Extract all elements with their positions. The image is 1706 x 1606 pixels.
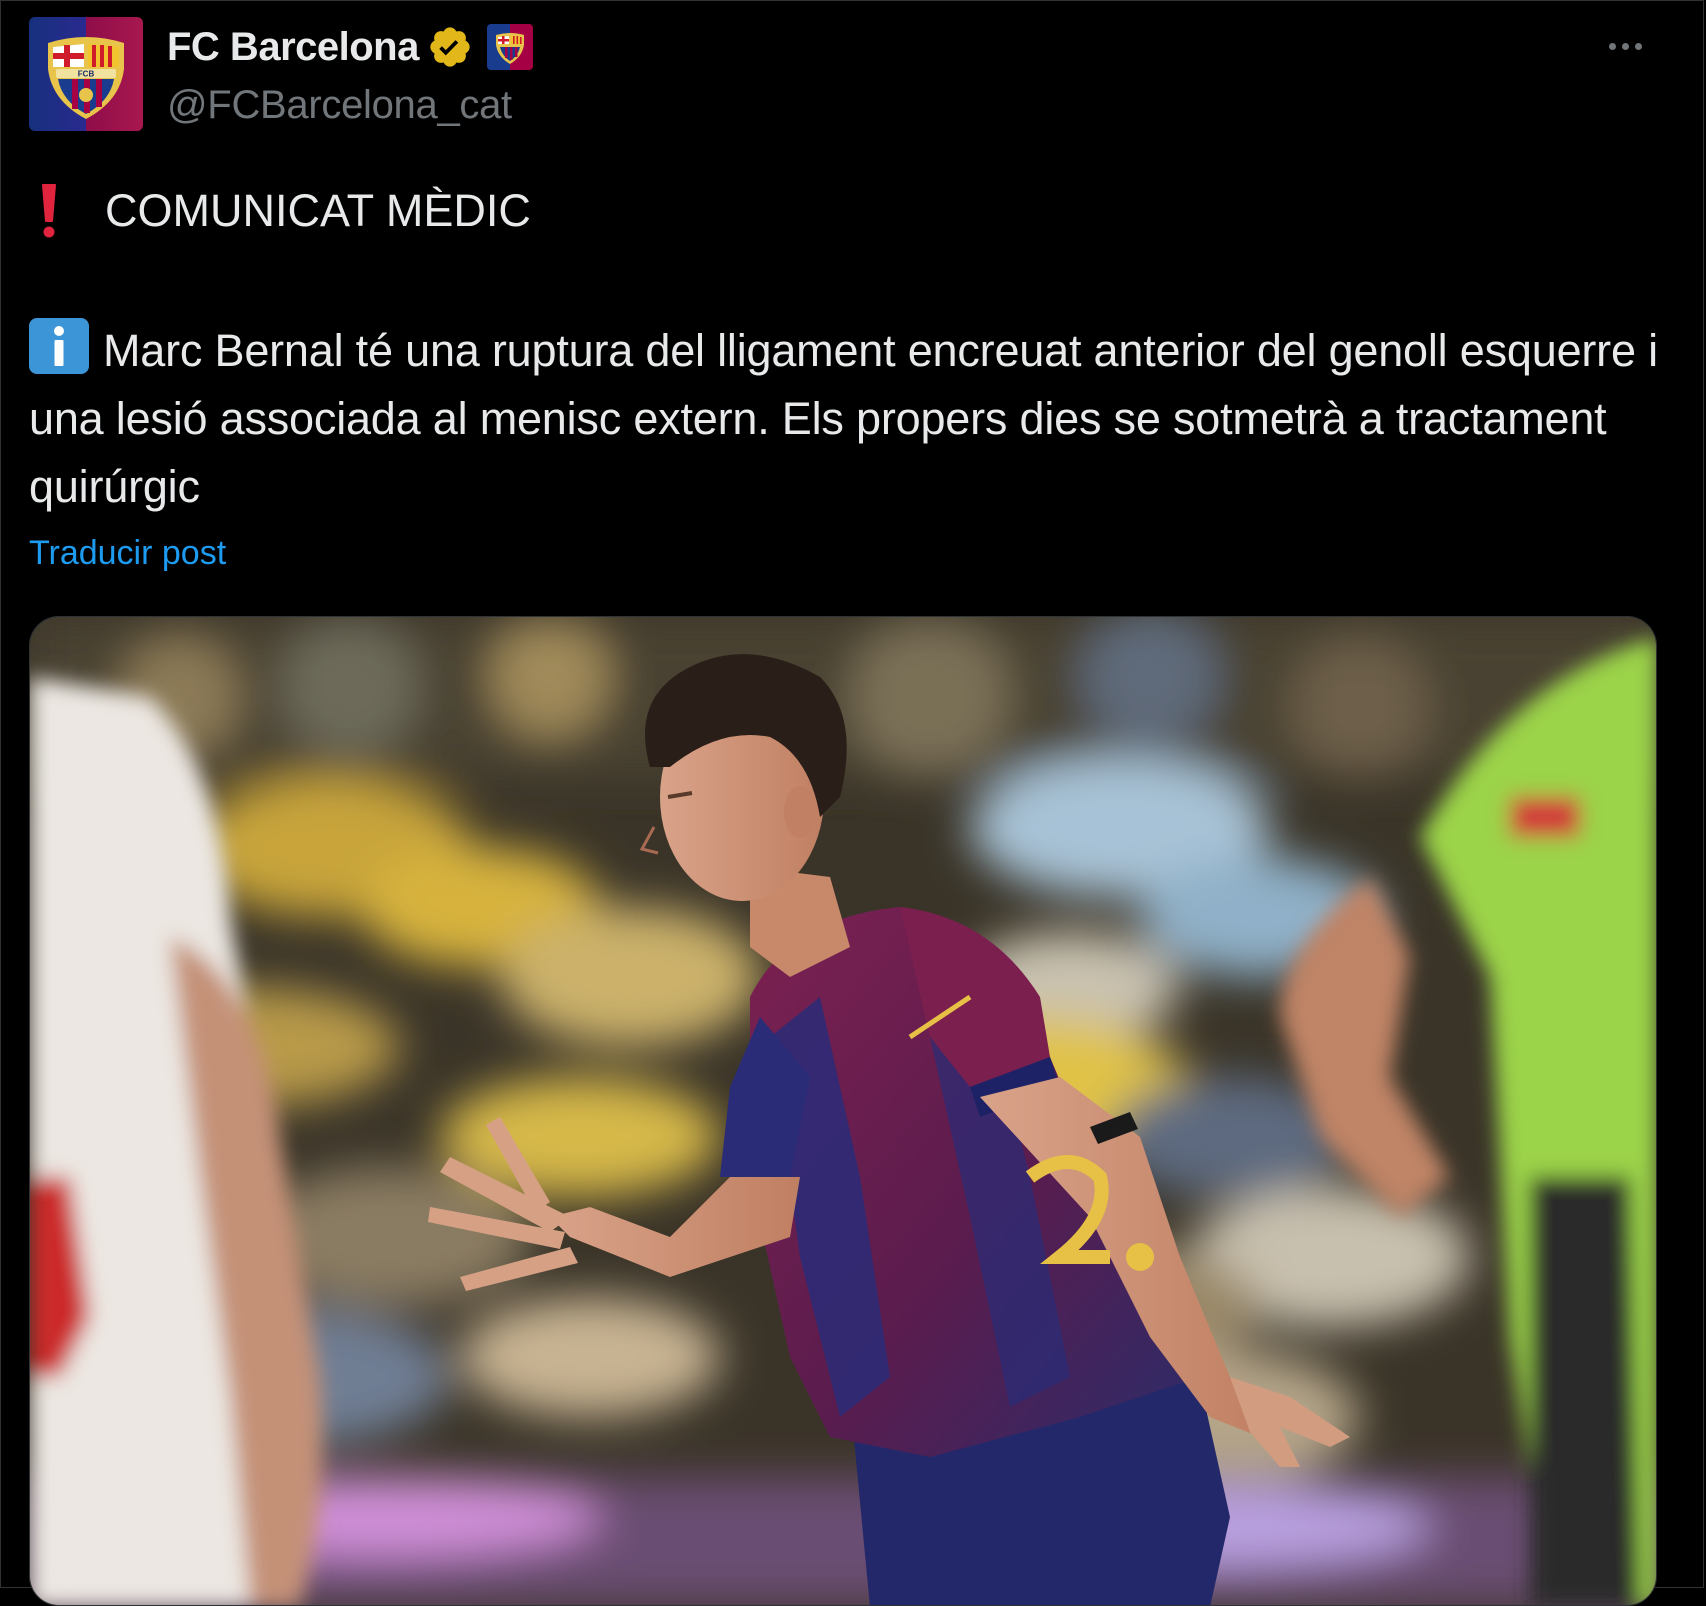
more-dot: [1608, 42, 1616, 50]
post-body: Marc Bernal té una ruptura del lligament…: [29, 317, 1669, 521]
post-card: FCB FC Barcelona @FCBarcelona_cat COMUNI…: [0, 0, 1704, 1606]
svg-text:FCB: FCB: [78, 70, 95, 79]
post-author-header: FC Barcelona @FCBarcelona_cat: [167, 15, 533, 128]
more-options-icon[interactable]: [1597, 29, 1653, 63]
player-photo-image: [30, 617, 1656, 1605]
affiliate-crest-icon[interactable]: [486, 24, 533, 70]
headline-text: COMUNICAT MÈDIC: [105, 185, 531, 236]
body-text: Marc Bernal té una ruptura del lligament…: [29, 325, 1658, 512]
author-display-name[interactable]: FC Barcelona: [167, 25, 419, 70]
verified-badge-icon[interactable]: [427, 24, 473, 70]
post-photo[interactable]: [29, 616, 1657, 1606]
post-headline: COMUNICAT MÈDIC: [29, 181, 531, 241]
more-dot: [1634, 42, 1642, 50]
information-icon: [29, 318, 89, 374]
fc-barcelona-crest-icon: FCB: [29, 17, 143, 131]
author-handle[interactable]: @FCBarcelona_cat: [167, 83, 533, 128]
red-exclamation-icon: [29, 181, 69, 241]
more-dot: [1621, 42, 1629, 50]
name-row: FC Barcelona: [167, 15, 533, 79]
author-avatar[interactable]: FCB: [29, 17, 143, 131]
translate-post-link[interactable]: Traducir post: [29, 534, 226, 573]
